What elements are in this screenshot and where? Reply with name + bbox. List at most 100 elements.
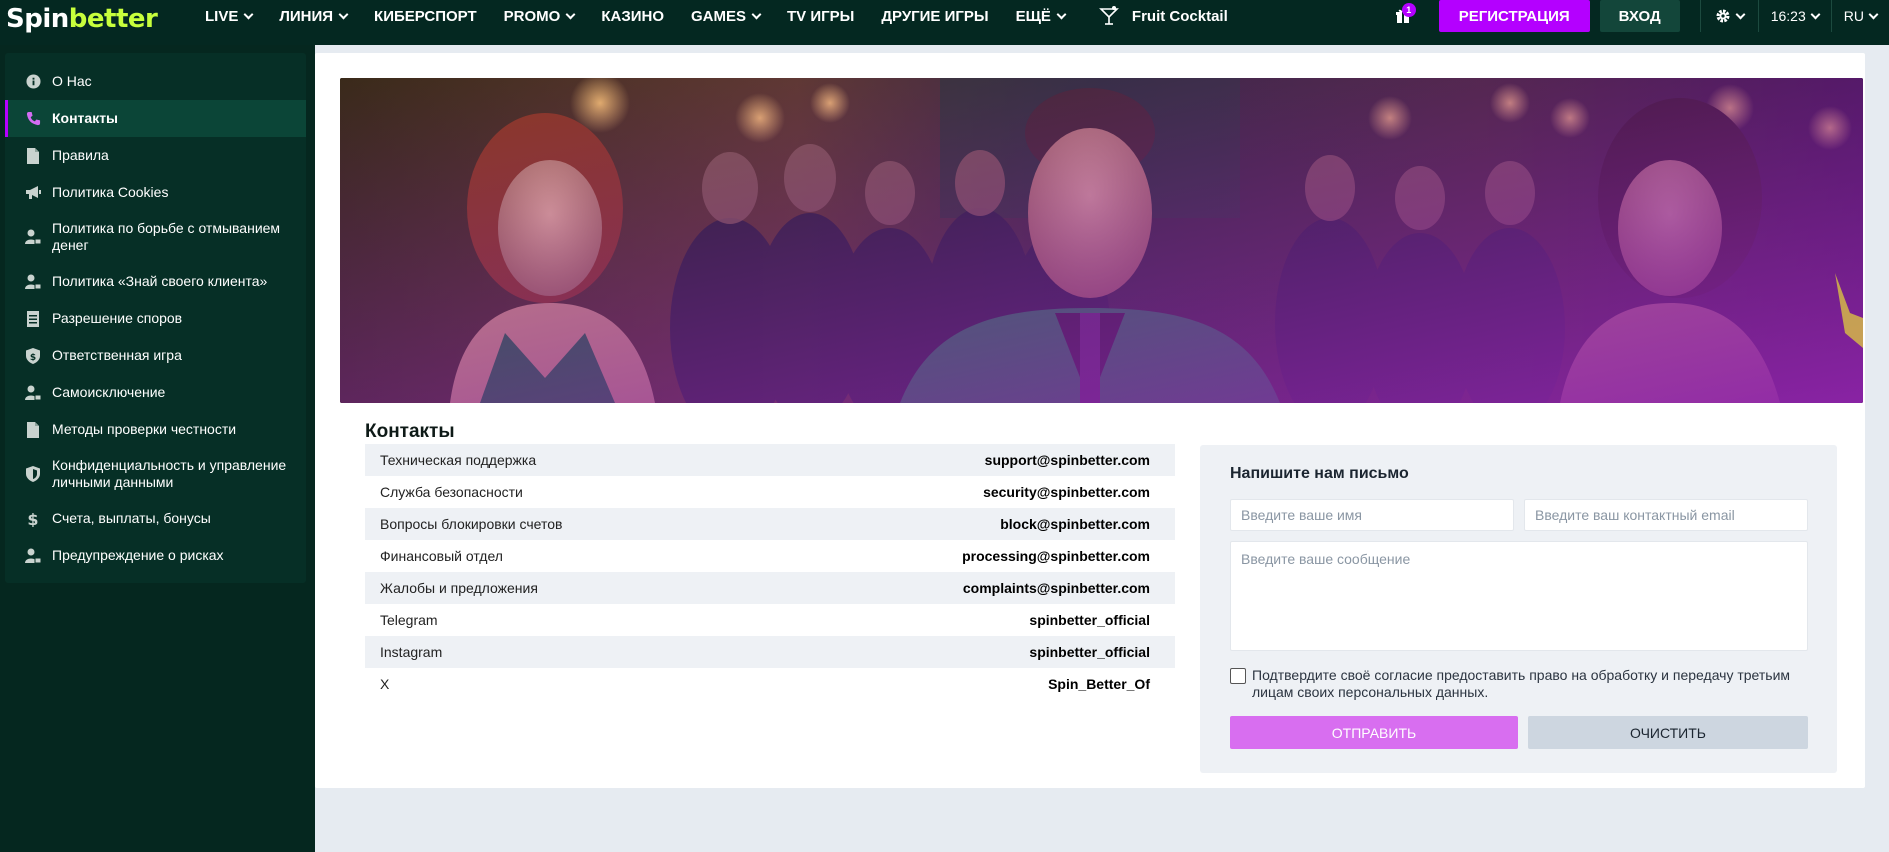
contact-label: Служба безопасности bbox=[380, 484, 523, 500]
nav-label: PROMO bbox=[503, 7, 561, 25]
sidebar-item-label: Счета, выплаты, бонусы bbox=[52, 510, 211, 526]
nav-label: Fruit Cocktail bbox=[1131, 7, 1228, 25]
sidebar-item-disputes[interactable]: Разрешение споров bbox=[5, 300, 306, 337]
nav-line[interactable]: ЛИНИЯ bbox=[279, 7, 349, 25]
contact-label: Telegram bbox=[380, 612, 438, 628]
clear-button[interactable]: ОЧИСТИТЬ bbox=[1528, 716, 1808, 749]
sidebar-item-label: Политика по борьбе с отмыванием денег bbox=[52, 220, 281, 253]
main-nav: LIVE ЛИНИЯ КИБЕРСПОРТ PROMO КАЗИНО GAMES… bbox=[205, 0, 1255, 32]
name-input[interactable] bbox=[1230, 499, 1514, 531]
message-textarea[interactable] bbox=[1230, 541, 1808, 651]
sidebar-item-label: Самоисключение bbox=[52, 384, 166, 400]
sidebar-item-risk-warning[interactable]: Предупреждение о рисках bbox=[5, 537, 306, 574]
nav-promo[interactable]: PROMO bbox=[503, 7, 576, 25]
sidebar-item-label: Политика «Знай своего клиента» bbox=[52, 273, 268, 289]
language-value: RU bbox=[1843, 8, 1864, 24]
contact-row: Telegram spinbetter_official bbox=[365, 604, 1175, 636]
contact-row: Техническая поддержка support@spinbetter.… bbox=[365, 444, 1175, 476]
contact-label: Жалобы и предложения bbox=[380, 580, 538, 596]
consent-text: Подтвердите своё согласие предоставить п… bbox=[1252, 667, 1791, 700]
nav-label: GAMES bbox=[691, 7, 747, 25]
document-icon bbox=[25, 421, 41, 438]
nav-live[interactable]: LIVE bbox=[205, 7, 254, 25]
sidebar-item-about[interactable]: О Нас bbox=[5, 63, 306, 100]
sidebar-item-kyc[interactable]: Политика «Знай своего клиента» bbox=[5, 263, 306, 300]
email-input[interactable] bbox=[1524, 499, 1808, 531]
contact-value[interactable]: processing@spinbetter.com bbox=[962, 548, 1150, 564]
user-lock-icon bbox=[25, 548, 41, 564]
chevron-down-icon bbox=[751, 9, 762, 19]
contact-value[interactable]: spinbetter_official bbox=[1029, 644, 1150, 660]
top-header: Spinbetter LIVE ЛИНИЯ КИБЕРСПОРТ PROMO К… bbox=[0, 0, 1889, 45]
document-icon bbox=[25, 147, 41, 164]
login-button[interactable]: ВХОД bbox=[1599, 0, 1680, 32]
svg-text:$: $ bbox=[27, 511, 38, 527]
language-dropdown[interactable]: RU bbox=[1832, 0, 1889, 32]
contact-value[interactable]: support@spinbetter.com bbox=[985, 452, 1150, 468]
sidebar-item-responsible-gaming[interactable]: $ Ответственная игра bbox=[5, 337, 306, 374]
list-document-icon bbox=[25, 310, 41, 327]
nav-games[interactable]: GAMES bbox=[691, 7, 762, 25]
nav-label: ДРУГИЕ ИГРЫ bbox=[881, 7, 989, 25]
content-panel: Контакты Техническая поддержка support@sp… bbox=[315, 53, 1865, 788]
contacts-title: Контакты bbox=[365, 421, 455, 442]
sidebar-item-cookies[interactable]: Политика Cookies bbox=[5, 174, 306, 211]
sidebar-item-aml[interactable]: Политика по борьбе с отмыванием денег bbox=[5, 211, 306, 263]
header-actions: 1 РЕГИСТРАЦИЯ ВХОД 16:23 RU bbox=[1387, 0, 1889, 32]
contact-value[interactable]: spinbetter_official bbox=[1029, 612, 1150, 628]
shield-icon bbox=[25, 466, 41, 482]
svg-text:$: $ bbox=[30, 353, 36, 363]
register-button[interactable]: РЕГИСТРАЦИЯ bbox=[1438, 0, 1590, 32]
user-lock-icon bbox=[25, 385, 41, 401]
sidebar-item-label: Ответственная игра bbox=[52, 347, 182, 363]
time-value: 16:23 bbox=[1770, 8, 1806, 24]
sidebar-item-payments[interactable]: $ Счета, выплаты, бонусы bbox=[5, 500, 306, 537]
site-logo[interactable]: Spinbetter bbox=[6, 4, 158, 34]
chevron-down-icon bbox=[243, 9, 254, 19]
nav-casino[interactable]: КАЗИНО bbox=[601, 8, 664, 25]
contact-row: X Spin_Better_Of bbox=[365, 668, 1175, 700]
gift-button[interactable]: 1 bbox=[1387, 0, 1419, 32]
contact-row: Служба безопасности security@spinbetter.c… bbox=[365, 476, 1175, 508]
contact-value[interactable]: complaints@spinbetter.com bbox=[963, 580, 1150, 596]
consent-row: Подтвердите своё согласие предоставить п… bbox=[1230, 667, 1810, 701]
nav-label: ЕЩЁ bbox=[1015, 7, 1051, 25]
nav-tv-games[interactable]: TV ИГРЫ bbox=[787, 8, 854, 25]
nav-fruit-cocktail[interactable]: Fruit Cocktail bbox=[1098, 5, 1228, 27]
settings-dropdown[interactable] bbox=[1701, 0, 1758, 32]
time-dropdown[interactable]: 16:23 bbox=[1759, 0, 1831, 32]
contact-value[interactable]: Spin_Better_Of bbox=[1048, 676, 1150, 692]
chevron-down-icon bbox=[1056, 9, 1067, 19]
gift-count-badge: 1 bbox=[1401, 3, 1416, 17]
sidebar-item-privacy[interactable]: Конфиденциальность и управление личными … bbox=[5, 448, 306, 500]
consent-checkbox[interactable] bbox=[1230, 668, 1246, 684]
nav-other-games[interactable]: ДРУГИЕ ИГРЫ bbox=[881, 8, 988, 25]
sidebar-item-label: Разрешение споров bbox=[52, 310, 183, 326]
sidebar-item-self-exclusion[interactable]: Самоисключение bbox=[5, 374, 306, 411]
sidebar-item-label: Политика Cookies bbox=[52, 184, 169, 200]
user-lock-icon bbox=[25, 274, 41, 290]
chevron-down-icon bbox=[338, 9, 349, 19]
sidebar-item-contacts[interactable]: Контакты bbox=[5, 100, 306, 137]
logo-part-2: better bbox=[68, 4, 158, 34]
gear-icon bbox=[1716, 9, 1730, 23]
nav-label: ЛИНИЯ bbox=[279, 7, 334, 25]
nav-label: КАЗИНО bbox=[601, 7, 664, 25]
contact-form: Напишите нам письмо Подтвердите своё сог… bbox=[1200, 445, 1837, 773]
contact-value[interactable]: security@spinbetter.com bbox=[983, 484, 1150, 500]
contact-row: Финансовый отдел processing@spinbetter.co… bbox=[365, 540, 1175, 572]
info-sidebar: О Нас Контакты Правила Политика Cookies … bbox=[5, 53, 306, 583]
nav-label: LIVE bbox=[205, 7, 239, 25]
contact-label: Финансовый отдел bbox=[380, 548, 503, 564]
sidebar-item-fairness[interactable]: Методы проверки честности bbox=[5, 411, 306, 448]
nav-esports[interactable]: КИБЕРСПОРТ bbox=[374, 8, 477, 25]
contacts-table: Техническая поддержка support@spinbetter.… bbox=[365, 444, 1175, 700]
send-button[interactable]: ОТПРАВИТЬ bbox=[1230, 716, 1518, 749]
form-title: Напишите нам письмо bbox=[1230, 465, 1409, 482]
contact-value[interactable]: block@spinbetter.com bbox=[1000, 516, 1150, 532]
dollar-icon: $ bbox=[25, 511, 41, 527]
sidebar-item-rules[interactable]: Правила bbox=[5, 137, 306, 174]
nav-more[interactable]: ЕЩЁ bbox=[1015, 7, 1067, 25]
sidebar-item-label: Конфиденциальность и управление личными … bbox=[52, 457, 287, 490]
info-icon bbox=[25, 74, 41, 90]
